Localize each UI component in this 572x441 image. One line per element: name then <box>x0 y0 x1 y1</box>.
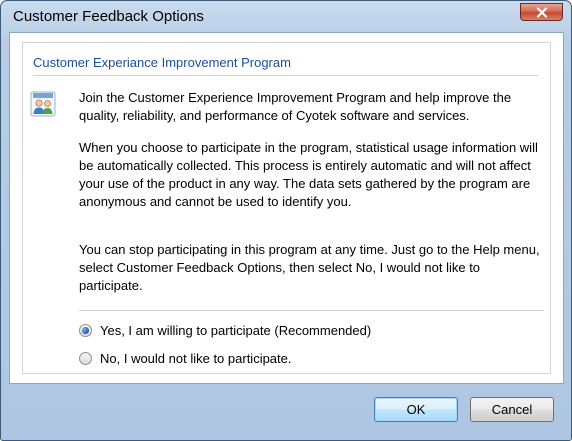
close-button[interactable] <box>520 3 563 21</box>
window-title: Customer Feedback Options <box>13 8 204 25</box>
dialog-content: Customer Experiance Improvement Program … <box>9 32 564 384</box>
collection-paragraph: When you choose to participate in the pr… <box>79 140 538 209</box>
yes-radio[interactable] <box>79 323 92 337</box>
no-label[interactable]: No, I would not like to participate. <box>100 351 292 366</box>
options-panel: Customer Experiance Improvement Program … <box>22 42 551 374</box>
yes-label[interactable]: Yes, I am willing to participate (Recomm… <box>100 323 371 338</box>
section-title: Customer Experiance Improvement Program <box>33 55 291 70</box>
no-radio[interactable] <box>79 351 92 365</box>
opt-out-paragraph: You can stop participating in this progr… <box>79 242 540 293</box>
option-yes[interactable]: Yes, I am willing to participate (Recomm… <box>79 321 371 339</box>
cancel-button[interactable]: Cancel <box>470 397 554 422</box>
ok-button[interactable]: OK <box>374 397 458 422</box>
options-divider <box>79 310 544 311</box>
dialog-window: Customer Feedback Options Customer Exper… <box>0 0 572 441</box>
intro-paragraph: Join the Customer Experience Improvement… <box>79 90 512 123</box>
option-no[interactable]: No, I would not like to participate. <box>79 349 292 367</box>
title-divider <box>33 75 538 76</box>
title-bar[interactable]: Customer Feedback Options <box>1 1 571 33</box>
close-icon <box>536 6 547 18</box>
people-icon <box>30 91 56 117</box>
